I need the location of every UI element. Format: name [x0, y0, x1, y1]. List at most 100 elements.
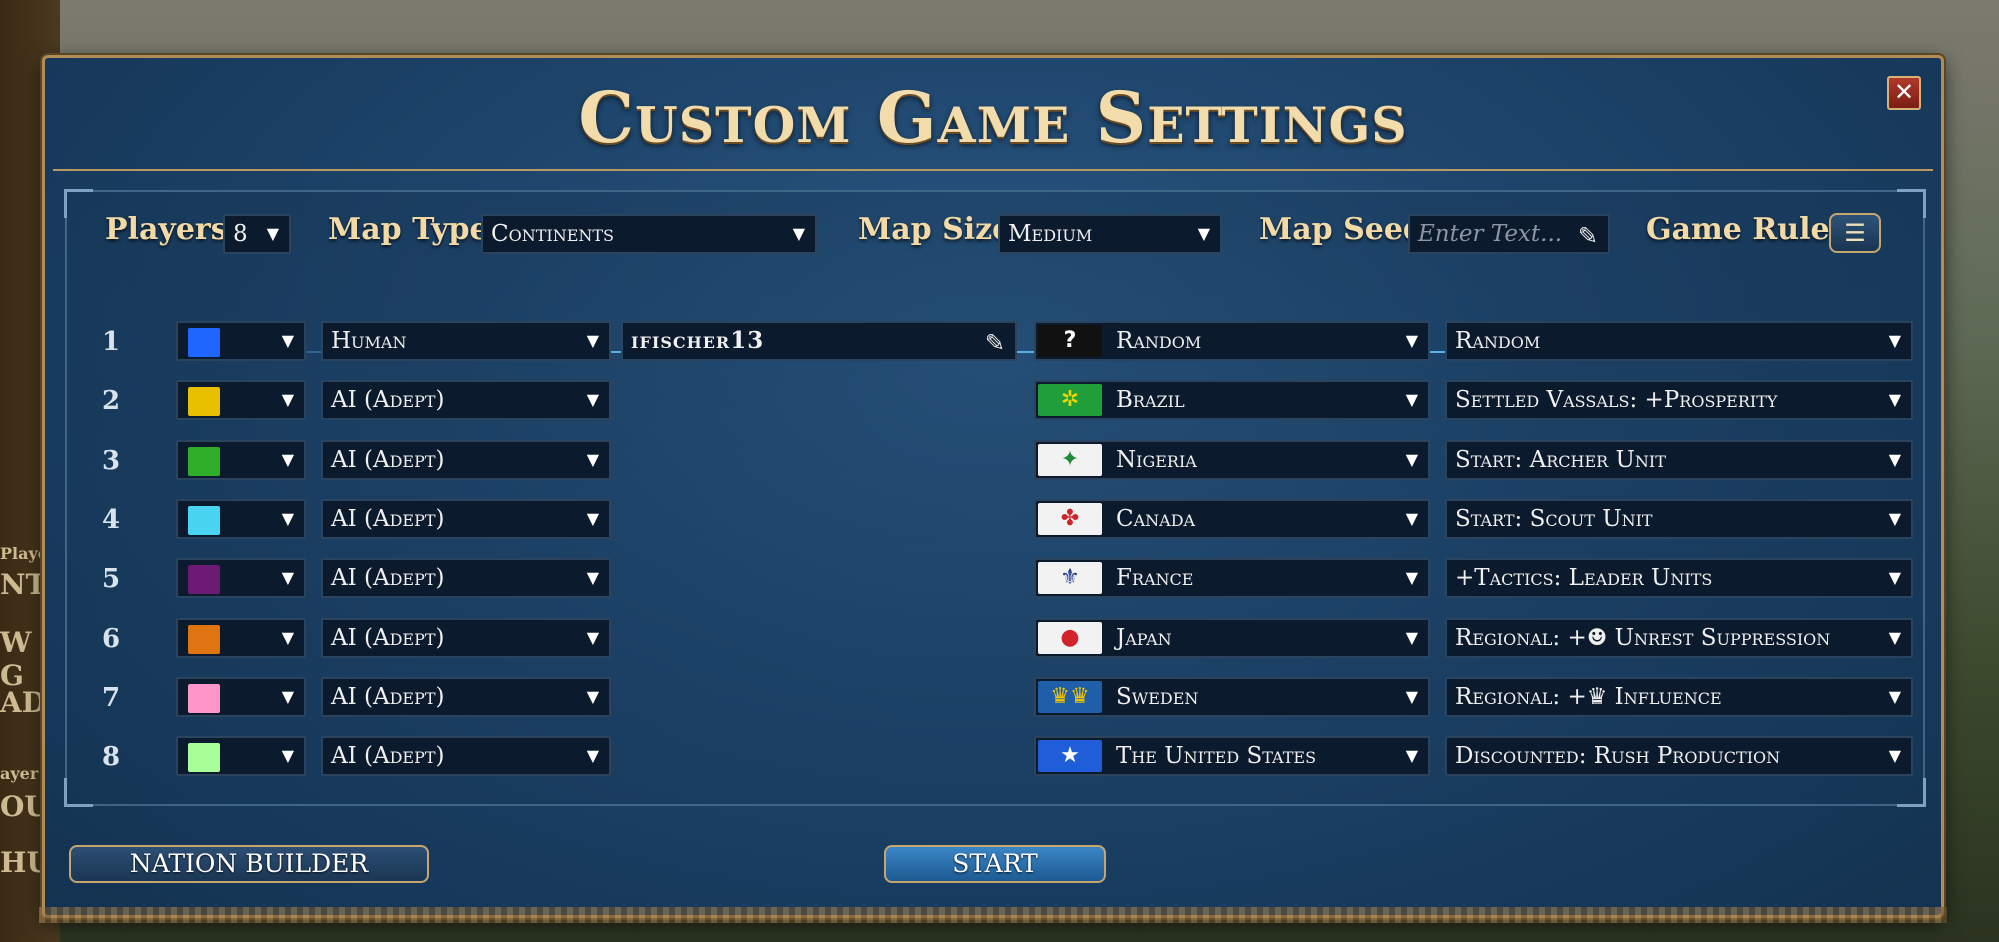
player-type-value: AI (Adept) [331, 506, 445, 532]
player-nation-dropdown[interactable]: ✲ Brazil ▼ [1034, 380, 1430, 420]
player-type-dropdown[interactable]: Human ▼ [321, 321, 611, 361]
player-color-dropdown[interactable]: ▼ [176, 499, 306, 539]
nation-flag-icon: ✦ [1038, 444, 1102, 476]
chevron-down-icon: ▼ [281, 746, 294, 765]
player-color-dropdown[interactable]: ▼ [176, 736, 306, 776]
map-seed-input[interactable]: Enter Text... ✎ [1408, 214, 1610, 254]
nation-flag-icon: ✤ [1038, 503, 1102, 535]
player-type-dropdown[interactable]: AI (Adept) ▼ [321, 677, 611, 717]
chevron-down-icon: ▼ [792, 224, 805, 243]
player-row-number: 1 [101, 327, 121, 357]
panel-corner-ornament [1897, 778, 1926, 807]
dialog-title: Custom Game Settings [578, 76, 1408, 159]
player-nation-value: The United States [1116, 743, 1317, 769]
pencil-icon: ✎ [1577, 222, 1598, 250]
player-bonus-value: Random [1455, 328, 1541, 354]
player-bonus-dropdown[interactable]: Regional: +☻ Unrest Suppression ▼ [1445, 618, 1913, 658]
player-nation-dropdown[interactable]: ♛♛ Sweden ▼ [1034, 677, 1430, 717]
player-bonus-dropdown[interactable]: +Tactics: Leader Units ▼ [1445, 558, 1913, 598]
map-type-dropdown[interactable]: Continents ▼ [481, 214, 817, 254]
player-row-number: 4 [101, 505, 121, 535]
chevron-down-icon: ▼ [281, 687, 294, 706]
player-bonus-dropdown[interactable]: Regional: +♛ Influence ▼ [1445, 677, 1913, 717]
player-row-number: 3 [101, 446, 121, 476]
chevron-down-icon: ▼ [586, 628, 599, 647]
map-seed-placeholder: Enter Text... [1418, 221, 1563, 247]
player-type-dropdown[interactable]: AI (Adept) ▼ [321, 736, 611, 776]
chevron-down-icon: ▼ [1197, 224, 1210, 243]
players-count-dropdown[interactable]: 8 ▼ [223, 214, 291, 254]
player-color-dropdown[interactable]: ▼ [176, 558, 306, 598]
chevron-down-icon: ▼ [586, 568, 599, 587]
player-row-number: 5 [101, 564, 121, 594]
player-color-dropdown[interactable]: ▼ [176, 618, 306, 658]
player-color-swatch [188, 743, 220, 772]
player-nation-value: Japan [1116, 625, 1172, 651]
player-color-swatch [188, 625, 220, 654]
player-color-dropdown[interactable]: ▼ [176, 440, 306, 480]
player-type-dropdown[interactable]: AI (Adept) ▼ [321, 440, 611, 480]
player-type-dropdown[interactable]: AI (Adept) ▼ [321, 380, 611, 420]
player-nation-dropdown[interactable]: ✦ Nigeria ▼ [1034, 440, 1430, 480]
player-nation-value: Canada [1116, 506, 1196, 532]
player-bonus-value: Regional: +☻ Unrest Suppression [1455, 625, 1831, 651]
player-nation-value: France [1116, 565, 1194, 591]
bottom-border-ornament [39, 907, 1947, 923]
nation-builder-button[interactable]: NATION BUILDER [69, 845, 429, 883]
map-seed-label: Map Seed [1259, 212, 1424, 247]
player-row-number: 2 [101, 386, 121, 416]
player-name-input[interactable]: ifischer13 ✎ [621, 321, 1017, 361]
player-type-dropdown[interactable]: AI (Adept) ▼ [321, 558, 611, 598]
chevron-down-icon: ▼ [1888, 390, 1901, 409]
player-nation-dropdown[interactable]: ⚜ France ▼ [1034, 558, 1430, 598]
chevron-down-icon: ▼ [1405, 450, 1418, 469]
map-size-value: Medium [1008, 221, 1093, 247]
chevron-down-icon: ▼ [586, 390, 599, 409]
chevron-down-icon: ▼ [1888, 628, 1901, 647]
chevron-down-icon: ▼ [1405, 687, 1418, 706]
player-type-dropdown[interactable]: AI (Adept) ▼ [321, 499, 611, 539]
players-label: Players [105, 212, 228, 247]
chevron-down-icon: ▼ [1888, 331, 1901, 350]
player-bonus-value: +Tactics: Leader Units [1455, 565, 1713, 591]
player-row-number: 7 [101, 683, 121, 713]
chevron-down-icon: ▼ [281, 509, 294, 528]
map-size-label: Map Size [858, 212, 1012, 247]
player-bonus-dropdown[interactable]: Start: Scout Unit ▼ [1445, 499, 1913, 539]
chevron-down-icon: ▼ [266, 224, 279, 243]
player-color-dropdown[interactable]: ▼ [176, 380, 306, 420]
player-nation-dropdown[interactable]: ? Random ▼ [1034, 321, 1430, 361]
chevron-down-icon: ▼ [281, 628, 294, 647]
chevron-down-icon: ▼ [1888, 568, 1901, 587]
list-icon: ☰ [1844, 219, 1866, 247]
chevron-down-icon: ▼ [281, 390, 294, 409]
player-nation-dropdown[interactable]: ● Japan ▼ [1034, 618, 1430, 658]
game-rules-button[interactable]: ☰ [1829, 213, 1881, 253]
chevron-down-icon: ▼ [586, 687, 599, 706]
player-bonus-dropdown[interactable]: Settled Vassals: +Prosperity ▼ [1445, 380, 1913, 420]
player-nation-value: Brazil [1116, 387, 1185, 413]
nation-flag-icon: ✲ [1038, 384, 1102, 416]
panel-corner-ornament [1897, 189, 1926, 218]
player-nation-dropdown[interactable]: ✤ Canada ▼ [1034, 499, 1430, 539]
player-bonus-dropdown[interactable]: Random ▼ [1445, 321, 1913, 361]
player-color-dropdown[interactable]: ▼ [176, 677, 306, 717]
chevron-down-icon: ▼ [1888, 450, 1901, 469]
start-button[interactable]: START [884, 845, 1106, 883]
player-bonus-dropdown[interactable]: Discounted: Rush Production ▼ [1445, 736, 1913, 776]
player-color-dropdown[interactable]: ▼ [176, 321, 306, 361]
chevron-down-icon: ▼ [1888, 746, 1901, 765]
player-type-dropdown[interactable]: AI (Adept) ▼ [321, 618, 611, 658]
player-nation-dropdown[interactable]: ★ The United States ▼ [1034, 736, 1430, 776]
player-nation-value: Random [1116, 328, 1202, 354]
map-size-dropdown[interactable]: Medium ▼ [998, 214, 1222, 254]
player-bonus-value: Settled Vassals: +Prosperity [1455, 387, 1778, 413]
close-icon[interactable]: ✕ [1887, 76, 1921, 110]
chevron-down-icon: ▼ [1888, 509, 1901, 528]
chevron-down-icon: ▼ [1888, 687, 1901, 706]
player-bonus-value: Start: Scout Unit [1455, 506, 1653, 532]
player-bonus-dropdown[interactable]: Start: Archer Unit ▼ [1445, 440, 1913, 480]
chevron-down-icon: ▼ [586, 509, 599, 528]
chevron-down-icon: ▼ [586, 746, 599, 765]
chevron-down-icon: ▼ [281, 331, 294, 350]
